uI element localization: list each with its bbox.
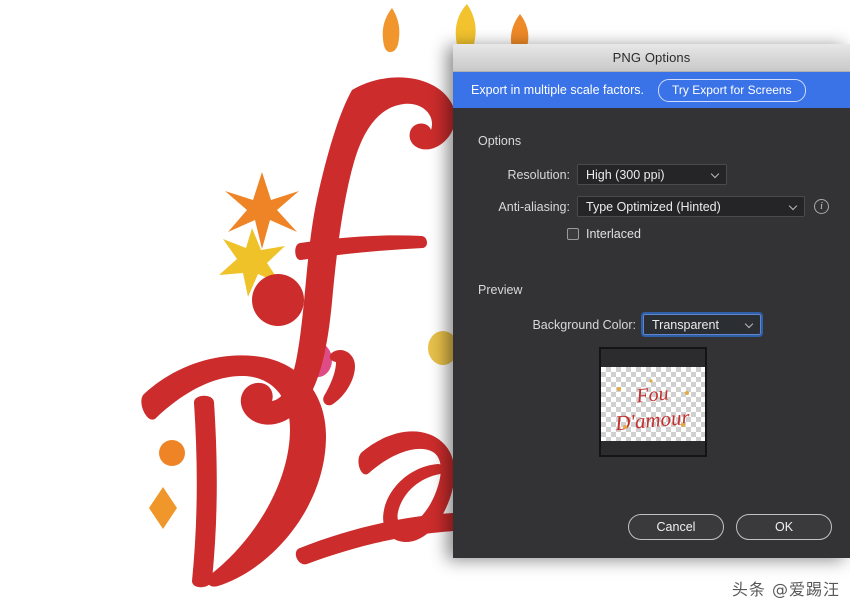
- dot-orange: [159, 440, 185, 466]
- anti-aliasing-label: Anti-aliasing:: [498, 199, 570, 214]
- preview-lettering: Fou D'amour: [613, 379, 691, 436]
- transparency-checkerboard: Fou D'amour: [601, 367, 705, 441]
- banner-message: Export in multiple scale factors.: [471, 83, 644, 97]
- background-color-select[interactable]: Transparent: [641, 312, 763, 337]
- interlaced-checkbox[interactable]: [567, 228, 579, 240]
- png-options-dialog[interactable]: PNG Options Export in multiple scale fac…: [453, 44, 850, 558]
- resolution-row: Resolution: High (300 ppi): [478, 164, 823, 185]
- preview-section-label: Preview: [478, 283, 523, 297]
- resolution-value: High (300 ppi): [586, 167, 665, 182]
- blob-red: [252, 274, 304, 326]
- chevron-down-icon: [712, 171, 719, 178]
- anti-aliasing-select[interactable]: Type Optimized (Hinted): [577, 196, 805, 217]
- export-for-screens-banner: Export in multiple scale factors. Try Ex…: [453, 72, 850, 108]
- chevron-down-icon: [746, 321, 753, 328]
- svg-text:D'amour: D'amour: [613, 405, 691, 436]
- dialog-title: PNG Options: [612, 50, 691, 65]
- chevron-down-icon: [790, 203, 797, 210]
- background-color-label: Background Color:: [532, 317, 636, 332]
- info-icon[interactable]: i: [814, 199, 829, 214]
- background-color-value: Transparent: [652, 317, 719, 332]
- preview-thumbnail: Fou D'amour: [599, 347, 707, 457]
- interlaced-row: Interlaced: [567, 227, 641, 241]
- dialog-body: Options Resolution: High (300 ppi) Anti-…: [453, 108, 850, 558]
- options-section-label: Options: [478, 134, 522, 148]
- anti-aliasing-row: Anti-aliasing: Type Optimized (Hinted) i: [478, 196, 838, 217]
- star-burst-orange: [225, 172, 299, 249]
- try-export-for-screens-button[interactable]: Try Export for Screens: [658, 78, 806, 102]
- screenshot-root: PNG Options Export in multiple scale fac…: [0, 0, 850, 608]
- anti-aliasing-value: Type Optimized (Hinted): [586, 199, 721, 214]
- background-color-row: Background Color: Transparent: [516, 312, 763, 337]
- cancel-button[interactable]: Cancel: [628, 514, 724, 540]
- dialog-footer: Cancel OK: [453, 496, 850, 558]
- watermark: 头条 @爱踢汪: [731, 580, 840, 599]
- resolution-select[interactable]: High (300 ppi): [577, 164, 727, 185]
- interlaced-label: Interlaced: [586, 227, 641, 241]
- ok-button[interactable]: OK: [736, 514, 832, 540]
- svg-text:Fou: Fou: [634, 382, 669, 407]
- resolution-label: Resolution:: [507, 167, 570, 182]
- dialog-titlebar: PNG Options: [453, 44, 850, 72]
- diamond-orange: [149, 487, 177, 529]
